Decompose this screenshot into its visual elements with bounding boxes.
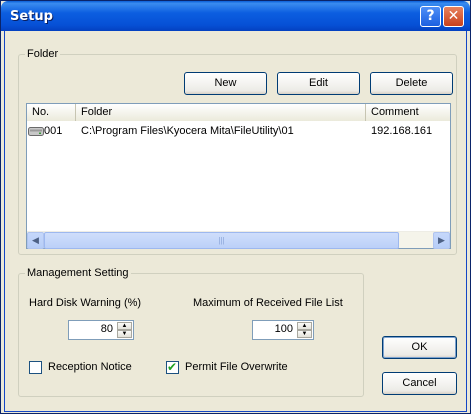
- max-files-label: Maximum of Received File List: [193, 297, 343, 309]
- permit-overwrite-label[interactable]: Permit File Overwrite: [185, 361, 288, 373]
- folder-list[interactable]: No. Folder Comment 001 C:\Program Files\…: [26, 103, 451, 249]
- folder-group: Folder New Edit Delete No. Folder Commen…: [18, 48, 457, 255]
- hdd-warning-down-icon[interactable]: ▼: [117, 330, 132, 338]
- reception-notice-checkbox[interactable]: [29, 361, 42, 374]
- hdd-warning-value[interactable]: 80: [101, 323, 113, 335]
- title-bar[interactable]: Setup ? ✕: [1, 1, 470, 31]
- window-title: Setup: [10, 9, 53, 24]
- list-item[interactable]: 001 C:\Program Files\Kyocera Mita\FileUt…: [27, 123, 450, 139]
- hdd-warning-up-icon[interactable]: ▲: [117, 322, 132, 330]
- scroll-left-icon[interactable]: ◀: [27, 232, 44, 249]
- help-icon[interactable]: ?: [420, 6, 441, 27]
- list-item-no-cell: 001: [27, 123, 76, 139]
- close-icon[interactable]: ✕: [443, 6, 464, 27]
- max-files-value[interactable]: 100: [275, 323, 293, 335]
- folder-group-label: Folder: [25, 48, 61, 60]
- max-files-down-icon[interactable]: ▼: [297, 330, 312, 338]
- setup-dialog: Setup ? ✕ Folder New Edit Delete No. Fol…: [0, 0, 471, 414]
- column-folder[interactable]: Folder: [76, 104, 366, 121]
- management-group-label: Management Setting: [25, 267, 131, 279]
- max-files-stepper[interactable]: 100 ▲ ▼: [252, 320, 314, 340]
- hdd-warning-spin[interactable]: ▲ ▼: [117, 322, 132, 338]
- hdd-warning-label: Hard Disk Warning (%): [29, 297, 142, 309]
- new-button[interactable]: New: [184, 72, 267, 95]
- drive-icon: [28, 127, 44, 136]
- scroll-thumb[interactable]: |||: [44, 232, 399, 249]
- reception-notice-label[interactable]: Reception Notice: [48, 361, 132, 373]
- scroll-right-icon[interactable]: ▶: [433, 232, 450, 249]
- row-number: 001: [44, 125, 63, 137]
- ok-button[interactable]: OK: [382, 336, 457, 359]
- column-comment[interactable]: Comment: [366, 104, 450, 121]
- checkmark-icon: ✔: [167, 360, 178, 374]
- hdd-warning-stepper[interactable]: 80 ▲ ▼: [68, 320, 134, 340]
- horizontal-scrollbar[interactable]: ◀ ||| ▶: [27, 231, 450, 249]
- row-comment: 192.168.161: [371, 125, 433, 137]
- permit-overwrite-checkbox[interactable]: ✔: [166, 360, 179, 374]
- dialog-body: Folder New Edit Delete No. Folder Commen…: [4, 31, 467, 412]
- column-no[interactable]: No.: [27, 104, 76, 121]
- row-folder-path: C:\Program Files\Kyocera Mita\FileUtilit…: [81, 125, 294, 137]
- folder-list-header: No. Folder Comment: [27, 104, 450, 121]
- management-group: Management Setting Hard Disk Warning (%)…: [18, 267, 364, 397]
- edit-button[interactable]: Edit: [277, 72, 360, 95]
- max-files-spin[interactable]: ▲ ▼: [297, 322, 312, 338]
- max-files-up-icon[interactable]: ▲: [297, 322, 312, 330]
- cancel-button[interactable]: Cancel: [382, 372, 457, 395]
- delete-button[interactable]: Delete: [370, 72, 453, 95]
